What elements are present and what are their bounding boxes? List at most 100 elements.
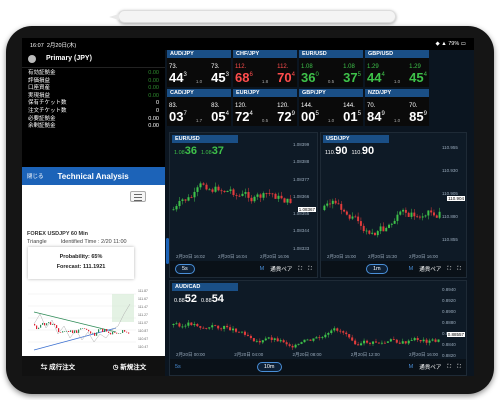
candle-body [399, 211, 402, 215]
candle-body [72, 330, 74, 334]
fullscreen-icon[interactable]: ⛶ [447, 364, 451, 371]
candle-body [172, 209, 175, 211]
ask-price[interactable]: 112. 70 4 [277, 63, 295, 84]
probability: Probability: 65% [59, 254, 103, 260]
candle-body [396, 214, 399, 221]
candle-body [100, 328, 102, 330]
mode-button[interactable]: M [409, 266, 414, 272]
candle-body [431, 339, 434, 341]
bid-price[interactable]: 144. 00 5 [301, 102, 319, 123]
candle-body [178, 200, 181, 207]
chart-pair-title[interactable]: AUD/CAD [172, 283, 238, 291]
chart-audcad[interactable]: AUD/CAD 0.8852 0.8854 0.8940 0.8920 0.8900… [169, 280, 467, 376]
pair-type-button[interactable]: 通貨ペア [270, 265, 292, 273]
rate-tile[interactable]: GBP/USD 1.29 44 4 1.0 1.29 45 4 [365, 50, 429, 87]
hamburger-menu-icon[interactable] [130, 191, 146, 202]
candle-body [286, 198, 289, 203]
candle-body [208, 327, 211, 329]
panel-title: Technical Analysis [57, 171, 129, 181]
interval-button[interactable]: 1m [366, 264, 388, 274]
mode-button[interactable]: M [409, 364, 414, 370]
rate-tile[interactable]: EUR/JPY 120. 72 4 0.5 120. 72 9 [233, 89, 297, 126]
account-row: 有効証拠金 0.00 [28, 70, 159, 78]
bid-price[interactable]: 120. 72 4 [235, 102, 253, 123]
expand-icon[interactable]: ⛶ [457, 266, 461, 273]
candle-body [258, 340, 261, 343]
ask-price[interactable]: 1.08 37 5 [343, 63, 361, 84]
candle-body [427, 210, 430, 216]
chart-pair-title[interactable]: EUR/USD [172, 135, 238, 143]
rate-tile[interactable]: AUD/JPY 73. 44 3 1.0 73. 45 3 [167, 50, 231, 87]
expand-icon[interactable]: ⛶ [308, 266, 312, 273]
candle-body [354, 216, 357, 218]
bid-price[interactable]: 83. 03 7 [169, 102, 187, 123]
chart-eurusd[interactable]: EUR/USD 1.0836 1.0837 1.08399 1.08388 1.08… [169, 132, 318, 278]
pair-type-button[interactable]: 通貨ペア [419, 363, 441, 371]
account-row-label: 保有チケット数 [28, 100, 67, 107]
rate-tile[interactable]: CHF/JPY 112. 68 6 1.8 112. 70 4 [233, 50, 297, 87]
rate-tile[interactable]: NZD/JPY 70. 84 9 1.0 70. 85 9 [365, 89, 429, 126]
chart-toolbar: 1m M 通貨ペア ⛶ ⛶ [321, 261, 466, 277]
account-header[interactable]: Primary (JPY) [22, 50, 165, 68]
axis-tick: 110.930 [442, 168, 458, 173]
status-date: 2月20日(木) [46, 43, 77, 49]
chart-toolbar: 5s 10m M 通貨ペア ⛶ ⛶ [170, 359, 466, 375]
candle-body [404, 341, 407, 344]
ask-price[interactable]: 83. 05 4 [211, 102, 229, 123]
candle-body [66, 330, 68, 332]
market-order-button[interactable]: ⇆ 成行注文 [41, 361, 75, 371]
expand-icon[interactable]: ⛶ [457, 364, 461, 371]
bid-price[interactable]: 112. 68 6 [235, 63, 253, 84]
candle-body [202, 183, 205, 185]
rate-pair: GBP/USD [365, 50, 429, 58]
chart-pair-title[interactable]: USD/JPY [323, 135, 389, 143]
account-row-label: 注文チケット数 [28, 107, 67, 114]
account-row-label: 有効証拠金 [28, 70, 56, 76]
interval-button[interactable]: 10m [256, 362, 282, 372]
interval-button[interactable]: 5s [175, 264, 195, 274]
new-order-button[interactable]: ◷ 新規注文 [113, 361, 146, 371]
bid-price[interactable]: 1.08 36 0 [301, 63, 319, 84]
fullscreen-icon[interactable]: ⛶ [298, 266, 302, 273]
candlestick-chart[interactable] [172, 297, 440, 353]
candle-body [124, 330, 126, 332]
candle-body [208, 189, 211, 191]
rate-tile[interactable]: CAD/JPY 83. 03 7 1.7 83. 05 4 [167, 89, 231, 126]
time-tick: 2月20日 04:00 [234, 352, 264, 357]
candle-body [255, 340, 258, 342]
candle-body [434, 339, 437, 342]
rate-tile[interactable]: GBP/JPY 144. 00 5 1.0 144. 01 5 [299, 89, 363, 126]
mode-button[interactable]: M [260, 266, 265, 272]
candle-body [223, 325, 226, 329]
candlestick-chart[interactable] [172, 165, 292, 255]
ask-price[interactable]: 73. 45 3 [211, 63, 229, 84]
candlestick-chart[interactable] [323, 165, 441, 255]
account-row: 余剰証拠金 0.00 [28, 123, 159, 131]
order-bar: ⇆ 成行注文 ◷ 新規注文 [22, 356, 165, 376]
fullscreen-icon[interactable]: ⛶ [447, 266, 451, 273]
ask-price[interactable]: 120. 72 9 [277, 102, 295, 123]
close-button[interactable]: 閉じる [27, 172, 44, 180]
bid-price[interactable]: 1.29 44 4 [367, 63, 385, 84]
candle-body [410, 340, 413, 342]
ask-price[interactable]: 1.29 45 4 [409, 63, 427, 84]
bid-price[interactable]: 70. 84 9 [367, 102, 385, 123]
candle-body [187, 197, 190, 201]
candle-body [323, 205, 326, 210]
candle-body [202, 327, 205, 329]
chart-usdjpy[interactable]: USD/JPY 110.90 110.90 110.955 110.930 110.… [320, 132, 467, 278]
candle-body [274, 193, 277, 199]
candle-body [362, 225, 365, 232]
bid-price[interactable]: 73. 44 3 [169, 63, 187, 84]
candle-body [120, 333, 122, 334]
pair-type-button[interactable]: 通貨ペア [419, 265, 441, 273]
ask-price[interactable]: 70. 85 9 [409, 102, 427, 123]
spread: 1.7 [195, 118, 203, 123]
candle-body [359, 221, 362, 226]
candle-body [246, 334, 249, 336]
rate-tile[interactable]: EUR/USD 1.08 36 0 0.5 1.08 37 5 [299, 50, 363, 87]
account-panel: Primary (JPY) 有効証拠金 0.00 評価損益 0.00 口座資産 0.00 実… [22, 50, 165, 376]
ask-price[interactable]: 144. 01 5 [343, 102, 361, 123]
candle-body [247, 192, 250, 198]
candle-body [282, 340, 285, 343]
